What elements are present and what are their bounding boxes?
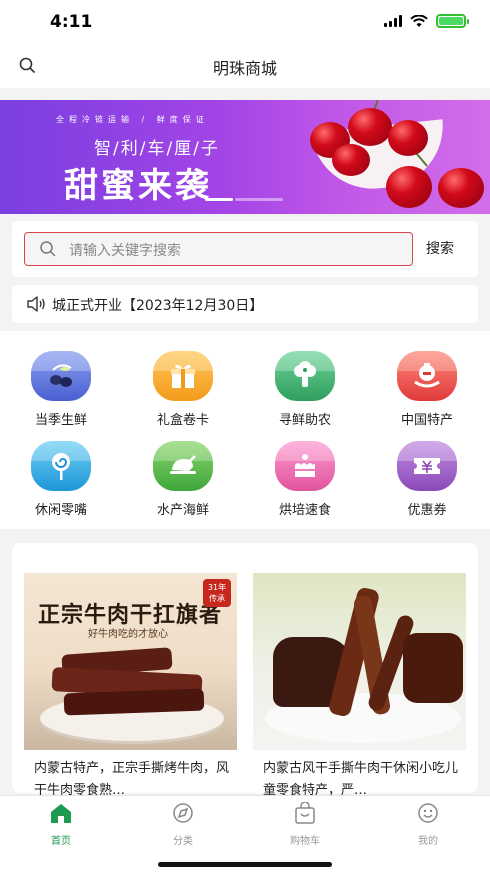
tab-cart[interactable]: 购物车 — [265, 801, 345, 847]
category-label: 烘培速食 — [278, 503, 331, 518]
notice-text: 城正式开业【2023年12月30日】 — [52, 298, 264, 314]
tab-label: 我的 — [418, 836, 438, 847]
product-card[interactable]: 正宗牛肉干扛旗者 好牛肉吃的才放心 31年 传承 内蒙古特产，正宗手撕烤牛肉，风… — [24, 573, 237, 798]
product-name: 内蒙古风干手撕牛肉干休闲小吃儿童零食特产，严… — [263, 761, 459, 798]
category-item[interactable]: 中国特产 — [377, 351, 477, 428]
category-label: 当季生鲜 — [34, 413, 87, 428]
badge-bottom-text: 传承 — [209, 594, 225, 603]
smiley-icon — [418, 803, 438, 823]
tab-mine[interactable]: 我的 — [388, 802, 468, 847]
search-placeholder: 请输入关键字搜索 — [69, 243, 181, 259]
category-item[interactable]: 礼盒卷卡 — [133, 351, 233, 428]
coupon-icon — [397, 441, 457, 491]
banner-pagination — [205, 198, 285, 202]
banner-tagline: 智/利/车/厘/子 — [94, 139, 220, 159]
product-image: 正宗牛肉干扛旗者 好牛肉吃的才放心 31年 传承 — [24, 573, 237, 750]
roast-chicken-icon — [153, 441, 213, 491]
notice-bar[interactable]: 城正式开业【2023年12月30日】 — [12, 285, 478, 323]
product-image-badge: 31年 传承 — [203, 579, 231, 607]
page-title: 明珠商城 — [212, 59, 277, 78]
tab-label: 首页 — [51, 836, 71, 847]
nav-bar: 明珠商城 — [0, 44, 490, 88]
home-icon — [51, 804, 71, 823]
category-item[interactable]: 当季生鲜 — [11, 351, 111, 428]
badge-top-text: 31年 — [207, 583, 227, 592]
wifi-icon — [410, 14, 428, 27]
product-section: 正宗牛肉干扛旗者 好牛肉吃的才放心 31年 传承 内蒙古特产，正宗手撕烤牛肉，风… — [12, 543, 478, 798]
search-button[interactable]: 搜索 — [426, 238, 454, 258]
tab-category[interactable]: 分类 — [143, 802, 223, 847]
tab-label: 购物车 — [290, 836, 320, 847]
category-grid: 当季生鲜 礼盒卷卡 寻鲜助农 中国特产 休闲零嘴 水产海鲜 烘培速食 优惠券 — [0, 331, 490, 529]
category-item[interactable]: 烘培速食 — [255, 441, 355, 518]
search-icon — [40, 241, 56, 257]
product-name: 内蒙古特产，正宗手撕烤牛肉，风干牛肉零食熟… — [34, 761, 230, 798]
product-image-slogan: 好牛肉吃的才放心 — [88, 629, 168, 640]
category-label: 寻鲜助农 — [278, 413, 331, 428]
olive-icon — [31, 351, 91, 401]
shopping-bag-icon — [295, 801, 315, 824]
speaker-icon — [27, 296, 45, 312]
category-label: 礼盒卷卡 — [156, 413, 209, 428]
category-item[interactable]: 休闲零嘴 — [11, 441, 111, 518]
category-label: 水产海鲜 — [156, 503, 209, 518]
signal-icon — [384, 15, 402, 27]
status-bar: 4:11 — [0, 0, 490, 44]
category-item[interactable]: 水产海鲜 — [133, 441, 233, 518]
tab-label: 分类 — [173, 836, 193, 847]
promo-banner[interactable]: 全程冷链运输 / 鲜度保证 智/利/车/厘/子 甜蜜来袭 — [0, 100, 490, 214]
gift-icon — [153, 351, 213, 401]
search-input[interactable]: 请输入关键字搜索 — [24, 232, 413, 266]
banner-subtitle: 全程冷链运输 / 鲜度保证 — [56, 115, 209, 124]
category-label: 优惠券 — [407, 503, 447, 518]
tab-home[interactable]: 首页 — [21, 802, 101, 847]
status-time: 4:11 — [50, 12, 93, 32]
compass-icon — [173, 803, 193, 823]
home-indicator — [158, 862, 332, 867]
status-icons — [384, 14, 469, 28]
cake-icon — [275, 441, 335, 491]
category-item[interactable]: 寻鲜助农 — [255, 351, 355, 428]
broccoli-icon — [275, 351, 335, 401]
product-image — [253, 573, 466, 750]
product-card[interactable]: 内蒙古风干手撕牛肉干休闲小吃儿童零食特产，严… — [253, 573, 466, 798]
category-label: 休闲零嘴 — [34, 503, 87, 518]
search-card: 请输入关键字搜索 搜索 — [12, 221, 478, 277]
banner-headline: 甜蜜来袭 — [64, 166, 212, 206]
battery-icon — [436, 14, 469, 28]
category-item[interactable]: 优惠券 — [377, 441, 477, 518]
lollipop-icon — [31, 441, 91, 491]
teapot-icon — [397, 351, 457, 401]
category-label: 中国特产 — [400, 413, 453, 428]
